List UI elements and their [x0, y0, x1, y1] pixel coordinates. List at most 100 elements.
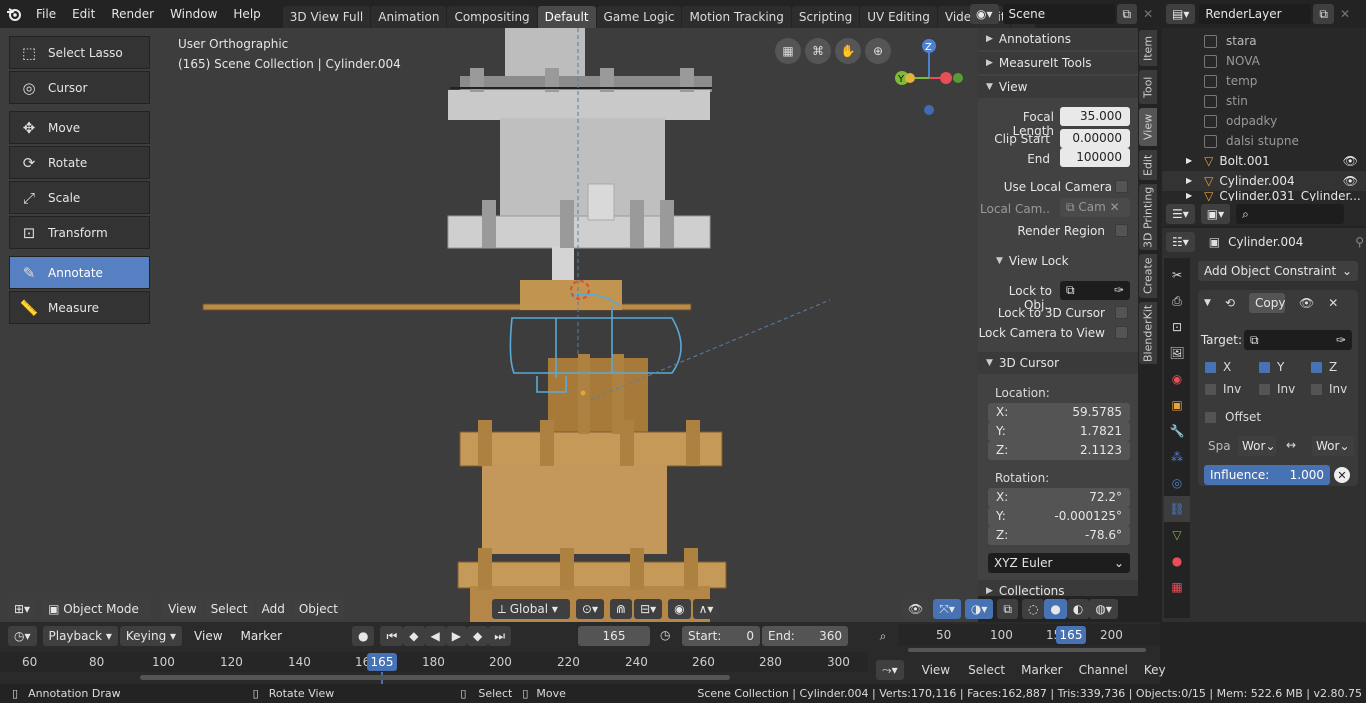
- properties-editor-icon[interactable]: ☷▾: [1166, 232, 1195, 252]
- zoom-icon[interactable]: ⊕: [865, 38, 891, 64]
- collapse-icon[interactable]: ▼: [1204, 298, 1211, 308]
- graph-search-icon[interactable]: ⌕: [872, 626, 894, 646]
- constraints-icon[interactable]: ⛓: [1164, 496, 1190, 522]
- tab-animation[interactable]: Animation: [371, 6, 447, 28]
- scene-copy-icon[interactable]: ⧉: [1116, 4, 1138, 24]
- outliner-item[interactable]: stin: [1162, 91, 1366, 111]
- xray-icon[interactable]: ⧉: [997, 599, 1018, 619]
- panel-view[interactable]: ▼ View: [978, 76, 1138, 98]
- expand-icon[interactable]: ▶: [1186, 171, 1192, 191]
- axis-gizmo[interactable]: Z Y: [890, 36, 970, 126]
- panel-collections[interactable]: ▶ Collections: [978, 580, 1138, 596]
- frame-ruler[interactable]: 60 80 100 120 140 16 180 200 220 240 260…: [0, 652, 868, 672]
- marker-menu[interactable]: Marker: [1021, 663, 1062, 677]
- owner-space-dropdown[interactable]: Wor⌄: [1238, 436, 1276, 456]
- viewport-3d[interactable]: User Orthographic (165) Scene Collection…: [0, 28, 1118, 636]
- proportional-icon[interactable]: ◉: [668, 599, 691, 619]
- checkbox-icon[interactable]: [1310, 360, 1323, 374]
- checkbox-icon[interactable]: [1204, 410, 1217, 424]
- playback-menu[interactable]: Playback ▾: [42, 626, 118, 646]
- render-props-icon[interactable]: ⎙: [1164, 288, 1190, 314]
- cursor-rotation-z[interactable]: Z: -78.6°: [988, 526, 1130, 545]
- select-menu[interactable]: Select: [968, 663, 1005, 677]
- orientation-dropdown[interactable]: ⟂ Global ▾: [491, 599, 570, 619]
- graph-frame-badge[interactable]: 165: [1056, 626, 1086, 644]
- checkbox-icon[interactable]: [1204, 74, 1217, 88]
- add-menu[interactable]: Add: [255, 599, 291, 619]
- renderlayer-close-icon[interactable]: ✕: [1340, 7, 1350, 21]
- graph-scrollbar[interactable]: [908, 648, 1146, 652]
- axis-z-toggle[interactable]: Z: [1310, 360, 1337, 374]
- current-frame-field[interactable]: 165: [578, 626, 650, 646]
- renderlayer-copy-icon[interactable]: ⧉: [1313, 4, 1334, 24]
- eyedropper-icon[interactable]: ✑: [1114, 281, 1124, 300]
- start-frame-field[interactable]: Start: 0: [682, 626, 760, 646]
- blender-logo-icon[interactable]: [0, 0, 28, 28]
- outliner-item[interactable]: NOVA: [1162, 51, 1366, 71]
- output-props-icon[interactable]: ⊡: [1164, 314, 1190, 340]
- outliner-item[interactable]: odpadky: [1162, 111, 1366, 131]
- tool-rotate[interactable]: ⟳ Rotate: [9, 146, 150, 179]
- checkbox-icon[interactable]: [1204, 134, 1217, 148]
- outliner-item[interactable]: stara: [1162, 31, 1366, 51]
- rotation-mode-dropdown[interactable]: XYZ Euler ⌄: [988, 553, 1130, 573]
- sidebar-tab-tool[interactable]: Tool: [1139, 70, 1157, 104]
- menu-help[interactable]: Help: [225, 0, 268, 28]
- cursor-rotation-x[interactable]: X: 72.2°: [988, 488, 1130, 507]
- cursor-location-x[interactable]: X: 59.5785: [988, 403, 1130, 422]
- invert-x-toggle[interactable]: Inv: [1204, 382, 1241, 396]
- checkbox-icon[interactable]: [1204, 94, 1217, 108]
- sidebar-tab-3d-printing[interactable]: 3D Printing: [1139, 184, 1157, 250]
- checkbox-icon[interactable]: [1204, 34, 1217, 48]
- tool-annotate[interactable]: ✎ Annotate: [9, 256, 150, 289]
- view-menu[interactable]: View: [188, 626, 228, 646]
- lock-3d-cursor-checkbox[interactable]: [1115, 306, 1128, 319]
- gizmo-toggle-icon[interactable]: ⤧▾: [933, 599, 961, 619]
- material-shading-icon[interactable]: ◐: [1066, 599, 1090, 619]
- cursor-rotation-y[interactable]: Y: -0.000125°: [988, 507, 1130, 526]
- outliner-item[interactable]: ▶ ▽ Cylinder.031_Cylinder...: [1162, 191, 1366, 201]
- sidebar-tab-blenderkit[interactable]: BlenderKit: [1139, 302, 1157, 364]
- add-constraint-dropdown[interactable]: Add Object Constraint ⌄: [1198, 261, 1358, 281]
- checkbox-icon[interactable]: [1204, 360, 1217, 374]
- select-menu[interactable]: Select: [204, 599, 254, 619]
- keying-menu[interactable]: Keying ▾: [119, 626, 183, 646]
- object-props-icon[interactable]: ▣: [1164, 392, 1190, 418]
- eye-icon[interactable]: 👁: [1299, 296, 1314, 310]
- camera-view-icon[interactable]: ⌘: [805, 38, 831, 64]
- solid-shading-icon[interactable]: ●: [1044, 599, 1067, 619]
- expand-icon[interactable]: ▶: [1186, 191, 1192, 201]
- clip-start-field[interactable]: 0.00000: [1060, 129, 1130, 148]
- rendered-shading-icon[interactable]: ◍▾: [1089, 599, 1118, 619]
- axis-x-toggle[interactable]: X: [1204, 360, 1231, 374]
- menu-window[interactable]: Window: [162, 0, 225, 28]
- material-icon[interactable]: ●: [1164, 548, 1190, 574]
- view-menu[interactable]: View: [162, 599, 203, 619]
- display-mode-icon[interactable]: ▣▾: [1200, 204, 1231, 224]
- pivot-icon[interactable]: ⊙▾: [575, 599, 604, 619]
- timeline-scrollbar[interactable]: [140, 675, 730, 680]
- clip-end-field[interactable]: 100000: [1060, 148, 1130, 167]
- tool-measure[interactable]: 📏 Measure: [9, 291, 150, 324]
- lock-to-object-field[interactable]: ⧉ ✑: [1060, 281, 1130, 300]
- channel-menu[interactable]: Channel: [1079, 663, 1128, 677]
- play-reverse-icon[interactable]: ◀: [424, 626, 446, 646]
- target-space-dropdown[interactable]: Wor⌄: [1312, 436, 1354, 456]
- record-icon[interactable]: ●: [352, 626, 375, 646]
- marker-menu[interactable]: Marker: [235, 626, 288, 646]
- renderlayer-name-field[interactable]: RenderLayer: [1199, 4, 1312, 24]
- influence-slider[interactable]: Influence: 1.000: [1204, 465, 1330, 485]
- current-frame-badge[interactable]: 165: [367, 653, 397, 671]
- panel-3d-cursor[interactable]: ▼ 3D Cursor: [978, 352, 1138, 374]
- prev-keyframe-icon[interactable]: ◆: [403, 626, 425, 646]
- delete-constraint-icon[interactable]: ✕: [1328, 296, 1338, 310]
- pin-icon[interactable]: ⚲: [1355, 235, 1364, 249]
- checkbox-icon[interactable]: [1204, 114, 1217, 128]
- grid-toggle-icon[interactable]: ▦: [775, 38, 801, 64]
- jump-start-icon[interactable]: ⏮: [380, 626, 404, 646]
- mode-dropdown[interactable]: ▣ Object Mode ▾: [42, 599, 151, 636]
- sidebar-tab-create[interactable]: Create: [1139, 254, 1157, 298]
- key-menu[interactable]: Key: [1144, 663, 1166, 677]
- outliner-item[interactable]: temp: [1162, 71, 1366, 91]
- editor-type-icon[interactable]: ⊞▾: [8, 599, 37, 619]
